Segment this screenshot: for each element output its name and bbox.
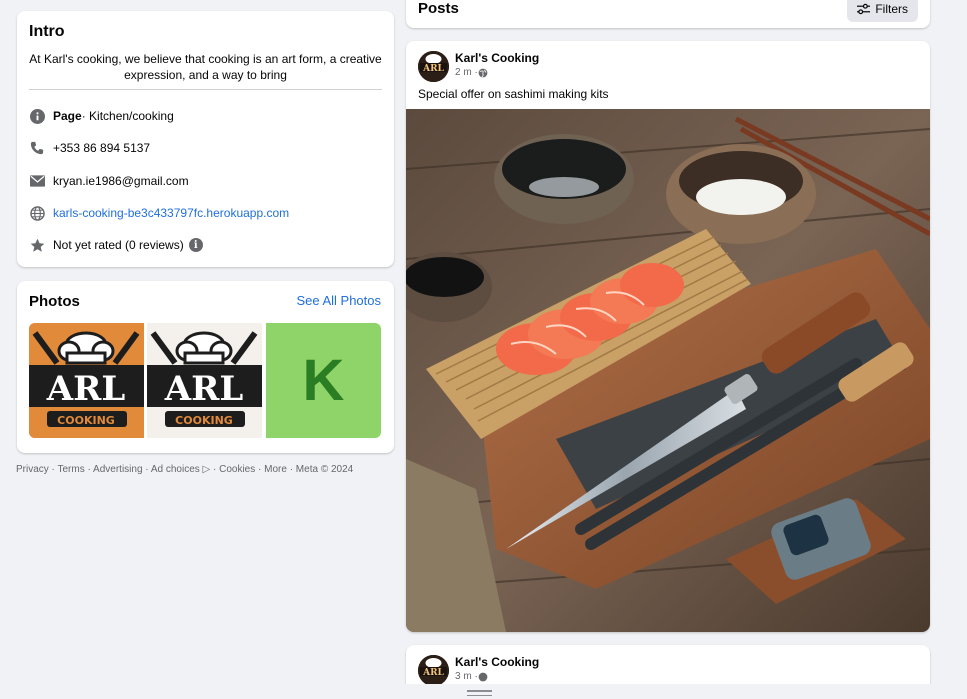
page-category-row: Page · Kitchen/cooking: [29, 107, 174, 125]
post-timestamp: 3 m ·: [455, 671, 488, 682]
photo-thumbnail[interactable]: ARL COOKING: [29, 323, 144, 438]
svg-text:ARL: ARL: [422, 668, 444, 678]
website-row: karls-cooking-be3c433797fc.herokuapp.com: [29, 204, 289, 222]
avatar[interactable]: ARL: [418, 51, 449, 82]
intro-title: Intro: [29, 23, 65, 40]
filter-sliders-icon: [857, 3, 871, 15]
page-category: · Kitchen/cooking: [81, 109, 174, 123]
mail-icon: [29, 173, 45, 189]
public-globe-icon: [478, 672, 488, 681]
post-author[interactable]: Karl's Cooking: [455, 655, 539, 669]
letter-logo: K: [302, 348, 345, 413]
intro-bio: At Karl's cooking, we believe that cooki…: [29, 52, 382, 82]
photo-thumbnail[interactable]: ARL COOKING: [147, 323, 262, 438]
filters-button[interactable]: Filters: [847, 0, 918, 22]
globe-icon: [29, 205, 45, 221]
divider: [29, 89, 382, 90]
posts-header: Posts Filters: [406, 0, 930, 28]
photos-card: Photos See All Photos ARL COOKING ARL CO…: [17, 281, 394, 453]
post-card: ARL Karl's Cooking 2 m · Special offer o…: [406, 41, 930, 632]
logo-subtext: COOKING: [57, 414, 115, 427]
photo-thumbnail[interactable]: K: [266, 323, 381, 438]
phone-icon: [29, 140, 45, 156]
avatar[interactable]: ARL: [418, 655, 449, 686]
page-label: Page: [53, 109, 82, 123]
photos-title: Photos: [29, 293, 80, 310]
website-link[interactable]: karls-cooking-be3c433797fc.herokuapp.com: [53, 206, 289, 220]
see-all-photos-link[interactable]: See All Photos: [296, 293, 381, 308]
phone-number: +353 86 894 5137: [53, 141, 151, 155]
email-row: kryan.ie1986@gmail.com: [29, 172, 189, 190]
footer-links[interactable]: Privacy · Terms · Advertising · Ad choic…: [16, 464, 353, 475]
post-image-sashimi-kit[interactable]: [406, 109, 930, 632]
rating-text: Not yet rated (0 reviews): [53, 238, 184, 252]
public-globe-icon: [478, 68, 488, 77]
post-timestamp: 2 m ·: [455, 67, 488, 78]
rating-row: Not yet rated (0 reviews) i: [29, 236, 203, 254]
posts-title: Posts: [418, 0, 459, 17]
drag-handle-icon[interactable]: [467, 690, 492, 699]
email-address: kryan.ie1986@gmail.com: [53, 174, 189, 188]
logo-text: ARL: [164, 369, 244, 409]
svg-text:ARL: ARL: [422, 64, 444, 74]
star-icon: [29, 237, 45, 253]
logo-text: ARL: [46, 369, 126, 409]
post-text: Special offer on sashimi making kits: [418, 87, 609, 101]
phone-row: +353 86 894 5137: [29, 139, 150, 157]
filters-label: Filters: [875, 2, 908, 16]
rating-info-icon[interactable]: i: [188, 238, 203, 252]
info-icon: [29, 108, 45, 124]
logo-subtext: COOKING: [175, 414, 233, 427]
intro-card: Intro At Karl's cooking, we believe that…: [17, 11, 394, 267]
post-author[interactable]: Karl's Cooking: [455, 51, 539, 65]
